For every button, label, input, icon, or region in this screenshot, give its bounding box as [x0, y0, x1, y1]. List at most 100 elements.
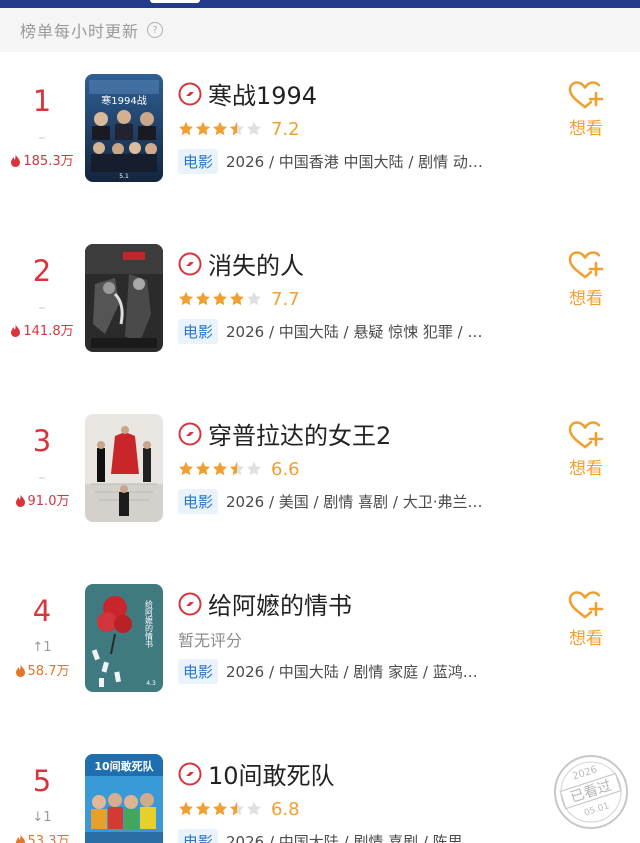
rank-trend: ↑1: [32, 640, 52, 655]
movie-meta: 2026 / 中国大陆 / 剧情 喜剧 / 陈思…: [226, 832, 478, 843]
rank-trend: –: [38, 470, 46, 486]
flame-icon: [15, 494, 25, 507]
update-notice-bar: 榜单每小时更新 ?: [0, 8, 640, 52]
movie-meta: 2026 / 中国香港 中国大陆 / 剧情 动…: [226, 152, 483, 171]
want-to-see-label: 想看: [569, 119, 603, 139]
want-to-see-label: 想看: [569, 629, 603, 649]
want-to-see-button[interactable]: 想看: [558, 80, 614, 139]
heat-value: 141.8万: [0, 320, 84, 339]
movie-title[interactable]: 消失的人: [208, 246, 304, 281]
want-to-see-label: 想看: [569, 289, 603, 309]
title-line: 给阿嬷的情书: [178, 586, 352, 621]
movie-poster[interactable]: 寒1994战 5.1: [85, 74, 163, 182]
rank-number: 5: [32, 764, 52, 798]
star-half-icon: [230, 461, 244, 476]
movie-poster[interactable]: 10间敢死队: [85, 754, 163, 843]
rating-line: 6.6: [178, 458, 300, 480]
movie-row[interactable]: 2 – 141.8万 消失的人 7.7 电影 2026 / 中国大陆 / 悬疑 …: [0, 244, 640, 404]
rating-line: 7.7: [178, 288, 300, 310]
help-icon[interactable]: ?: [147, 22, 164, 38]
star-half-icon: [230, 121, 244, 136]
flame-icon: [11, 324, 21, 337]
title-line: 消失的人: [178, 246, 304, 281]
heat-value: 58.7万: [0, 660, 84, 679]
info-line: 电影 2026 / 中国大陆 / 悬疑 惊悚 犯罪 / …: [178, 318, 483, 344]
star-full-icon: [213, 801, 227, 816]
heat-value: 53.3万: [0, 830, 84, 843]
category-tag: 电影: [178, 318, 219, 344]
rating-line: 7.2: [178, 118, 300, 140]
title-line: 寒战1994: [178, 76, 317, 111]
title-line: 穿普拉达的女王2: [178, 416, 391, 451]
star-rating: [178, 121, 263, 137]
active-tab-indicator: [150, 0, 200, 3]
star-rating: [178, 461, 263, 477]
star-full-icon: [213, 291, 227, 306]
poster-date: 4.3: [146, 680, 156, 687]
movie-poster[interactable]: [85, 414, 163, 522]
movie-row[interactable]: 3 – 91.0万 穿普拉达的女王2 6.6 电影 2026 / 美国 / 剧情…: [0, 414, 640, 574]
star-full-icon: [179, 461, 193, 476]
movie-title[interactable]: 寒战1994: [208, 76, 317, 111]
maoyan-logo-icon: [178, 252, 202, 275]
heart-plus-icon: [568, 81, 604, 109]
rank-number: 1: [32, 84, 52, 118]
star-full-icon: [196, 121, 210, 136]
movie-title[interactable]: 穿普拉达的女王2: [208, 416, 391, 451]
info-line: 电影 2026 / 中国大陆 / 剧情 家庭 / 蓝鸿…: [178, 658, 478, 684]
star-empty-icon: [247, 121, 261, 136]
heart-plus-icon: [568, 251, 604, 279]
heat-value-text: 91.0万: [27, 494, 70, 509]
poster-date: 5.1: [119, 173, 129, 180]
movie-title[interactable]: 给阿嬷的情书: [208, 586, 352, 621]
movie-row[interactable]: 5 ↓1 53.3万 10间敢死队 10间敢死队 6.8 电影 2026 / 中…: [0, 754, 640, 843]
rank-trend: –: [38, 130, 46, 146]
update-notice-text: 榜单每小时更新: [20, 22, 140, 41]
heat-value: 185.3万: [0, 150, 84, 169]
flame-icon: [15, 834, 25, 843]
movie-meta: 2026 / 美国 / 剧情 喜剧 / 大卫·弗兰…: [226, 492, 483, 511]
no-rating-text: 暂无评分: [178, 631, 243, 650]
category-tag: 电影: [178, 148, 219, 174]
flame-icon: [15, 664, 25, 677]
info-line: 电影 2026 / 中国大陆 / 剧情 喜剧 / 陈思…: [178, 828, 478, 843]
rating-line: 暂无评分: [178, 628, 242, 650]
heat-value-text: 185.3万: [23, 154, 74, 169]
category-tag: 电影: [178, 658, 219, 684]
heart-plus-icon: [568, 591, 604, 619]
star-empty-icon: [247, 291, 261, 306]
category-tag: 电影: [178, 828, 219, 843]
rank-number: 3: [32, 424, 52, 458]
stamp-date: 05.01: [583, 801, 611, 818]
want-to-see-button[interactable]: 想看: [558, 590, 614, 649]
star-full-icon: [213, 121, 227, 136]
want-to-see-button[interactable]: 想看: [558, 420, 614, 479]
star-full-icon: [196, 801, 210, 816]
star-rating: [178, 291, 263, 307]
poster-caption: 10间敢死队: [94, 759, 154, 773]
info-line: 电影 2026 / 中国香港 中国大陆 / 剧情 动…: [178, 148, 483, 174]
heat-value-text: 141.8万: [23, 324, 74, 339]
want-to-see-label: 想看: [569, 459, 603, 479]
star-half-icon: [230, 801, 244, 816]
star-full-icon: [230, 291, 244, 306]
movie-poster[interactable]: 给阿嬷的情书 4.3: [85, 584, 163, 692]
movie-meta: 2026 / 中国大陆 / 悬疑 惊悚 犯罪 / …: [226, 322, 483, 341]
heart-plus-icon: [568, 421, 604, 449]
rating-score: 6.6: [271, 458, 300, 480]
movie-poster[interactable]: [85, 244, 163, 352]
movie-meta: 2026 / 中国大陆 / 剧情 家庭 / 蓝鸿…: [226, 662, 478, 681]
movie-row[interactable]: 4 ↑1 58.7万 给阿嬷的情书 4.3 给阿嬷的情书 暂无评分 电影 202…: [0, 584, 640, 744]
top-tab-bar: [0, 0, 640, 8]
rank-number: 2: [32, 254, 52, 288]
rating-score: 7.7: [271, 288, 300, 310]
star-full-icon: [196, 291, 210, 306]
poster-caption: 给阿嬷的情书: [145, 599, 154, 649]
movie-row[interactable]: 1 – 185.3万 寒1994战 5.1 寒战1994 7.2 电影 2026…: [0, 74, 640, 234]
movie-title[interactable]: 10间敢死队: [208, 756, 335, 791]
maoyan-logo-icon: [178, 82, 202, 105]
maoyan-logo-icon: [178, 762, 202, 785]
want-to-see-button[interactable]: 想看: [558, 250, 614, 309]
rating-score: 7.2: [271, 118, 300, 140]
star-full-icon: [179, 801, 193, 816]
